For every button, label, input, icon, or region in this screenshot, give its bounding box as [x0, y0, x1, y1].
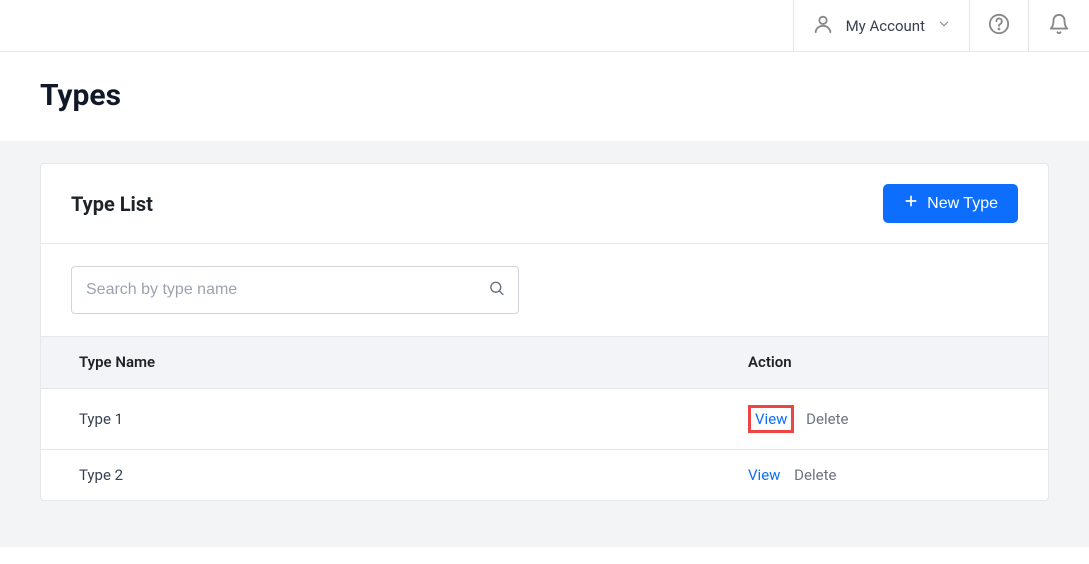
search-wrap — [71, 266, 519, 314]
search-input[interactable] — [71, 266, 519, 314]
delete-link[interactable]: Delete — [794, 466, 836, 484]
title-section: Types — [0, 52, 1089, 141]
table-row: Type 2 View Delete — [41, 450, 1048, 501]
new-type-label: New Type — [927, 195, 998, 213]
notifications-button[interactable] — [1029, 0, 1089, 51]
types-table: Type Name Action Type 1 View Delete Type… — [41, 336, 1048, 500]
plus-icon — [903, 193, 919, 214]
col-action: Action — [718, 337, 1048, 389]
content-area: Type List New Type Type Name Action — [0, 141, 1089, 547]
bell-icon — [1048, 13, 1070, 39]
cell-type-name: Type 1 — [41, 389, 718, 450]
view-link[interactable]: View — [748, 466, 780, 484]
search-row — [41, 243, 1048, 336]
card-title: Type List — [71, 192, 153, 216]
cell-action: View Delete — [718, 450, 1048, 501]
page-title: Types — [40, 78, 1049, 113]
cell-type-name: Type 2 — [41, 450, 718, 501]
help-button[interactable] — [969, 0, 1029, 51]
search-icon — [488, 280, 505, 301]
card-header: Type List New Type — [41, 164, 1048, 243]
help-icon — [988, 13, 1010, 39]
table-header-row: Type Name Action — [41, 337, 1048, 389]
account-menu[interactable]: My Account — [793, 0, 969, 51]
new-type-button[interactable]: New Type — [883, 184, 1018, 223]
delete-link[interactable]: Delete — [806, 410, 848, 428]
account-label: My Account — [846, 17, 925, 35]
top-header: My Account — [0, 0, 1089, 52]
col-type-name: Type Name — [41, 337, 718, 389]
user-icon — [812, 13, 834, 39]
type-list-card: Type List New Type Type Name Action — [40, 163, 1049, 501]
view-link[interactable]: View — [755, 410, 787, 428]
cell-action: View Delete — [718, 389, 1048, 450]
table-row: Type 1 View Delete — [41, 389, 1048, 450]
chevron-down-icon — [937, 16, 951, 35]
highlight-marker: View — [748, 405, 794, 433]
